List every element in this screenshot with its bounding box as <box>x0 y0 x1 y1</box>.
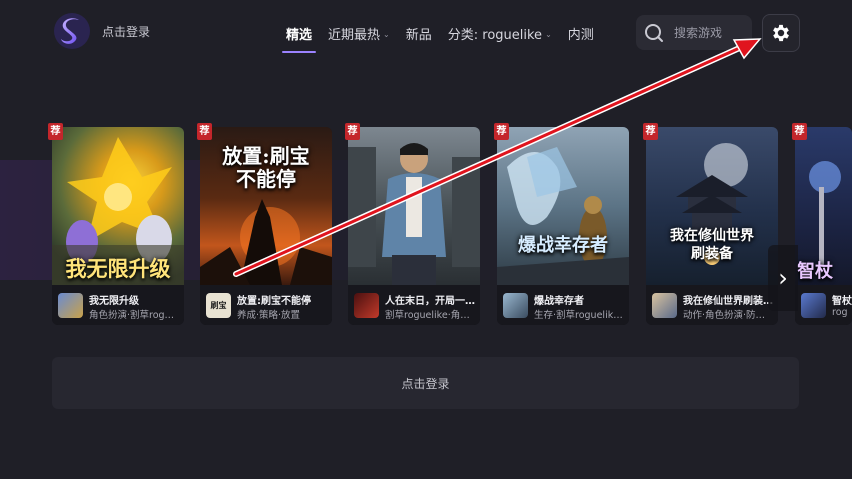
nav-tabs: 精选 近期最热 ⌄ 新品 分类: roguelike ⌄ 内测 <box>280 20 604 53</box>
game-tags: rog <box>832 307 848 318</box>
game-tags: 动作·角色扮演·防… <box>683 310 766 321</box>
game-card[interactable]: 放置:刷宝 不能停 刷宝 放置:刷宝不能停 养成·策略·放置 <box>200 127 332 325</box>
tab-label: 精选 <box>286 28 313 43</box>
game-tags: 养成·策略·放置 <box>237 310 301 321</box>
game-card[interactable]: 爆战幸存者 爆战幸存者 生存·割草roguelik… <box>497 127 629 325</box>
tab-category[interactable]: 分类: roguelike ⌄ <box>442 20 558 51</box>
game-thumbnail <box>354 293 379 318</box>
search-icon <box>645 23 663 42</box>
game-card[interactable]: 我在修仙世界 刷装备 我在修仙世界刷装… 动作·角色扮演·防… <box>646 127 778 325</box>
game-cover: 爆战幸存者 <box>497 127 629 285</box>
card-info: 智杖 rog <box>795 285 852 325</box>
tab-new[interactable]: 新品 <box>400 20 438 51</box>
game-thumbnail <box>58 293 83 318</box>
card-info: 我无限升级 角色扮演·割草rog… <box>52 285 184 325</box>
card-info: 刷宝 放置:刷宝不能停 养成·策略·放置 <box>200 285 332 325</box>
game-card[interactable]: 智杖 智杖 rog <box>795 127 852 325</box>
game-name: 我在修仙世界刷装… <box>683 296 773 307</box>
game-cover <box>348 127 480 285</box>
game-name: 人在末日，开局一… <box>385 296 475 307</box>
search-placeholder: 搜索游戏 <box>674 26 723 40</box>
chevron-down-icon: ⌄ <box>383 30 390 39</box>
game-tags: 割草roguelike·角… <box>385 310 470 321</box>
game-cover: 放置:刷宝 不能停 <box>200 127 332 285</box>
game-name: 爆战幸存者 <box>534 296 584 307</box>
game-name: 智杖 <box>832 296 852 307</box>
search-box[interactable]: 搜索游戏 <box>636 15 752 50</box>
top-bar: 点击登录 精选 近期最热 ⌄ 新品 分类: roguelike ⌄ 内测 搜索游戏 <box>0 0 852 64</box>
game-tags: 生存·割草roguelik… <box>534 310 623 321</box>
chevron-right-icon: › <box>778 264 788 292</box>
login-banner-label: 点击登录 <box>401 376 450 391</box>
tab-beta[interactable]: 内测 <box>562 20 600 51</box>
chevron-down-icon: ⌄ <box>545 30 552 39</box>
tab-label: 近期最热 <box>328 28 381 43</box>
carousel-next-button[interactable]: › <box>768 245 798 311</box>
tab-featured[interactable]: 精选 <box>280 20 318 53</box>
recommended-badge: 荐 <box>48 123 63 140</box>
tab-label: 新品 <box>405 28 432 43</box>
game-name: 放置:刷宝不能停 <box>237 296 311 307</box>
game-thumbnail <box>503 293 528 318</box>
cover-title: 智杖 <box>797 261 833 282</box>
login-link[interactable]: 点击登录 <box>102 23 150 40</box>
tab-label: 内测 <box>567 28 594 43</box>
login-banner[interactable]: 点击登录 <box>52 357 799 409</box>
game-thumbnail <box>652 293 677 318</box>
card-info: 人在末日，开局一… 割草roguelike·角… <box>348 285 480 325</box>
game-thumbnail <box>801 293 826 318</box>
game-cover: 我无限升级 <box>52 127 184 285</box>
cover-title: 爆战幸存者 <box>518 235 608 256</box>
gear-icon <box>773 24 789 42</box>
recommended-badge: 荐 <box>197 123 212 140</box>
cover-title: 我无限升级 <box>65 256 171 281</box>
tab-recent-hot[interactable]: 近期最热 ⌄ <box>322 20 396 51</box>
cover-illustration <box>348 143 480 285</box>
game-name: 我无限升级 <box>89 296 139 307</box>
recommended-badge: 荐 <box>792 123 807 140</box>
card-info: 我在修仙世界刷装… 动作·角色扮演·防… <box>646 285 778 325</box>
game-card[interactable]: 我无限升级 我无限升级 角色扮演·割草rog… <box>52 127 184 325</box>
recommended-badge: 荐 <box>345 123 360 140</box>
cover-title: 我在修仙世界 刷装备 <box>670 228 754 262</box>
recommended-badge: 荐 <box>494 123 509 140</box>
recommended-badge: 荐 <box>643 123 658 140</box>
app-logo-icon[interactable] <box>52 11 92 51</box>
settings-button[interactable] <box>762 14 800 52</box>
game-card[interactable]: 人在末日，开局一… 割草roguelike·角… <box>348 127 480 325</box>
cover-illustration <box>497 147 629 285</box>
game-tags: 角色扮演·割草rog… <box>89 310 175 321</box>
cover-title: 放置:刷宝 不能停 <box>222 144 310 191</box>
game-cover: 智杖 <box>795 127 852 285</box>
card-info: 爆战幸存者 生存·割草roguelik… <box>497 285 629 325</box>
tab-label: 分类: roguelike <box>447 28 543 43</box>
game-carousel: 我无限升级 我无限升级 角色扮演·割草rog… 放置:刷宝 不能停 刷宝 放置:… <box>48 123 852 327</box>
game-cover: 我在修仙世界 刷装备 <box>646 127 778 285</box>
game-thumbnail: 刷宝 <box>206 293 231 318</box>
